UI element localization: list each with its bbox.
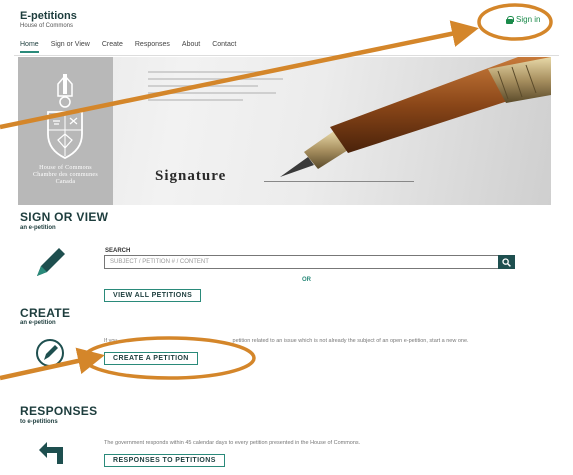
view-all-petitions-button[interactable]: VIEW ALL PETITIONS bbox=[104, 289, 202, 302]
return-arrow-icon bbox=[39, 442, 63, 464]
fountain-pen-icon bbox=[280, 57, 551, 177]
nav-create[interactable]: Create bbox=[102, 41, 123, 53]
nav-responses[interactable]: Responses bbox=[135, 41, 170, 53]
or-divider: OR bbox=[302, 277, 311, 283]
responses-subheading: to e-petitions bbox=[20, 419, 58, 425]
create-petition-icon bbox=[36, 339, 64, 367]
nav-home[interactable]: Home bbox=[20, 41, 39, 53]
responses-to-petitions-button[interactable]: RESPONSES TO PETITIONS bbox=[104, 454, 225, 467]
create-description: If you petition related to an issue whic… bbox=[104, 338, 469, 344]
search-button[interactable] bbox=[498, 255, 515, 269]
search-label: SEARCH bbox=[105, 248, 131, 254]
search-icon bbox=[502, 257, 511, 267]
create-description-text: petition related to an issue which is no… bbox=[232, 338, 469, 344]
create-subheading: an e-petition bbox=[20, 320, 56, 326]
search-input[interactable]: SUBJECT / PETITION # / CONTENT bbox=[104, 255, 498, 269]
sign-in-label: Sign in bbox=[516, 15, 541, 24]
nav-sign-or-view[interactable]: Sign or View bbox=[51, 41, 90, 53]
main-nav: Home Sign or View Create Responses About… bbox=[20, 41, 236, 53]
create-description-prefix: If you bbox=[104, 338, 118, 344]
create-petition-button[interactable]: CREATE A PETITION bbox=[104, 352, 198, 365]
sign-or-view-heading: SIGN OR VIEW bbox=[20, 210, 109, 224]
lock-icon bbox=[506, 15, 514, 24]
sign-or-view-subheading: an e-petition bbox=[20, 225, 56, 231]
responses-heading: RESPONSES bbox=[20, 404, 98, 418]
sign-in-link[interactable]: Sign in bbox=[506, 15, 540, 24]
nav-contact[interactable]: Contact bbox=[212, 41, 236, 53]
nav-divider bbox=[14, 55, 559, 56]
hero-banner: House of Commons Chambre des communes Ca… bbox=[18, 57, 551, 205]
create-heading: CREATE bbox=[20, 306, 71, 320]
nav-about[interactable]: About bbox=[182, 41, 200, 53]
site-subtitle: House of Commons bbox=[20, 23, 74, 29]
pencil-icon bbox=[37, 248, 65, 276]
site-title[interactable]: E-petitions bbox=[20, 10, 77, 22]
responses-description: The government responds within 45 calend… bbox=[104, 440, 361, 446]
